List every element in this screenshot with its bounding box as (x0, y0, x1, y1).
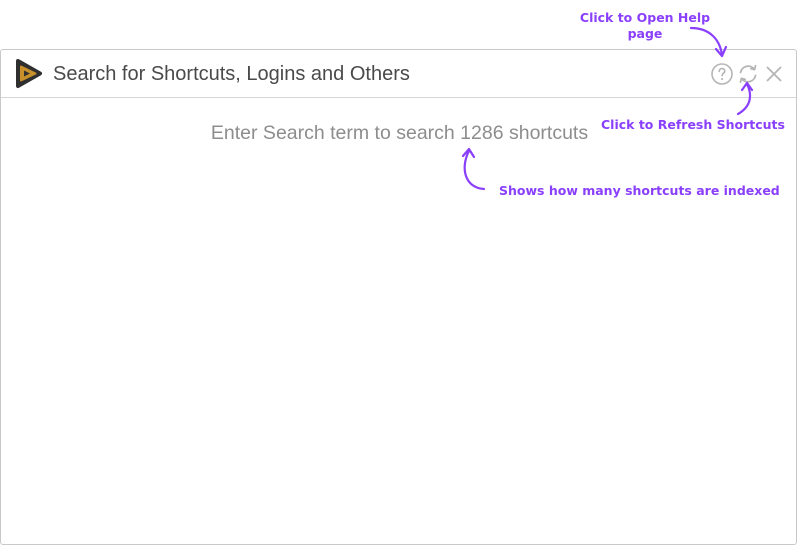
app-logo-icon (16, 59, 42, 88)
help-annotation: Click to Open Help page (579, 10, 711, 41)
refresh-icon[interactable] (736, 62, 760, 86)
refresh-annotation: Click to Refresh Shortcuts (601, 117, 785, 132)
close-icon[interactable] (762, 62, 786, 86)
search-bar (1, 50, 796, 98)
search-input[interactable] (53, 56, 693, 92)
help-circle-icon[interactable] (710, 62, 734, 86)
count-annotation: Shows how many shortcuts are indexed (499, 183, 780, 198)
